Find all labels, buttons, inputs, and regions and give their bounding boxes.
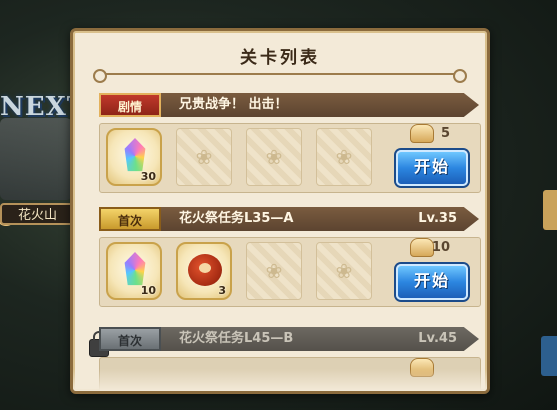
empty-reward-slot bbox=[316, 128, 372, 186]
empty-reward-slot bbox=[246, 128, 302, 186]
empty-reward-slot bbox=[246, 242, 302, 300]
first-clear-badge: 首次 bbox=[99, 327, 161, 351]
bread-stamina-icon bbox=[410, 238, 434, 257]
stage-list-panel: 关卡列表 剧情 兄贵战争！ 出击！ 30 5 开始 首次 花火祭任务L35—A … bbox=[70, 28, 490, 394]
roast-meat-icon bbox=[188, 254, 222, 286]
side-tab-blue[interactable] bbox=[541, 336, 557, 376]
empty-reward-slot bbox=[176, 128, 232, 186]
stage-header-2[interactable]: 首次 花火祭任务L35—A Lv.35 bbox=[99, 207, 479, 231]
scroll-fade bbox=[73, 369, 487, 391]
start-button[interactable]: 开始 bbox=[396, 150, 468, 186]
map-town-graphic bbox=[0, 118, 72, 200]
stage-level: Lv.45 bbox=[418, 331, 457, 346]
reward-quantity: 10 bbox=[140, 284, 156, 297]
reward-quantity: 30 bbox=[140, 170, 156, 183]
first-clear-badge: 首次 bbox=[99, 207, 161, 231]
reward-slot[interactable]: 10 bbox=[106, 242, 162, 300]
side-tab[interactable] bbox=[543, 190, 557, 230]
title-divider bbox=[93, 69, 467, 83]
rainbow-crystal-icon bbox=[124, 138, 146, 172]
stamina-cost: 10 bbox=[431, 240, 450, 255]
stage-header-1[interactable]: 剧情 兄贵战争！ 出击！ bbox=[99, 93, 479, 117]
story-badge: 剧情 bbox=[99, 93, 161, 117]
rainbow-crystal-icon bbox=[124, 252, 146, 286]
stage-rewards-row-1: 30 5 开始 bbox=[99, 123, 481, 193]
stage-name: 花火祭任务L45—B bbox=[179, 331, 294, 346]
stamina-cost: 5 bbox=[440, 126, 450, 141]
stage-level: Lv.35 bbox=[418, 211, 457, 226]
panel-title: 关卡列表 bbox=[240, 48, 320, 68]
bread-stamina-icon bbox=[410, 124, 434, 143]
stage-name: 兄贵战争！ 出击！ bbox=[179, 97, 288, 112]
stage-header-3: 首次 花火祭任务L45—B Lv.45 bbox=[99, 327, 479, 351]
reward-slot[interactable]: 30 bbox=[106, 128, 162, 186]
start-button[interactable]: 开始 bbox=[396, 264, 468, 300]
reward-quantity: 3 bbox=[218, 284, 226, 297]
stage-rewards-row-2: 10 3 10 开始 bbox=[99, 237, 481, 307]
empty-reward-slot bbox=[316, 242, 372, 300]
map-location-label[interactable]: 花火山 bbox=[0, 203, 76, 225]
reward-slot[interactable]: 3 bbox=[176, 242, 232, 300]
stage-name: 花火祭任务L35—A bbox=[179, 211, 294, 226]
